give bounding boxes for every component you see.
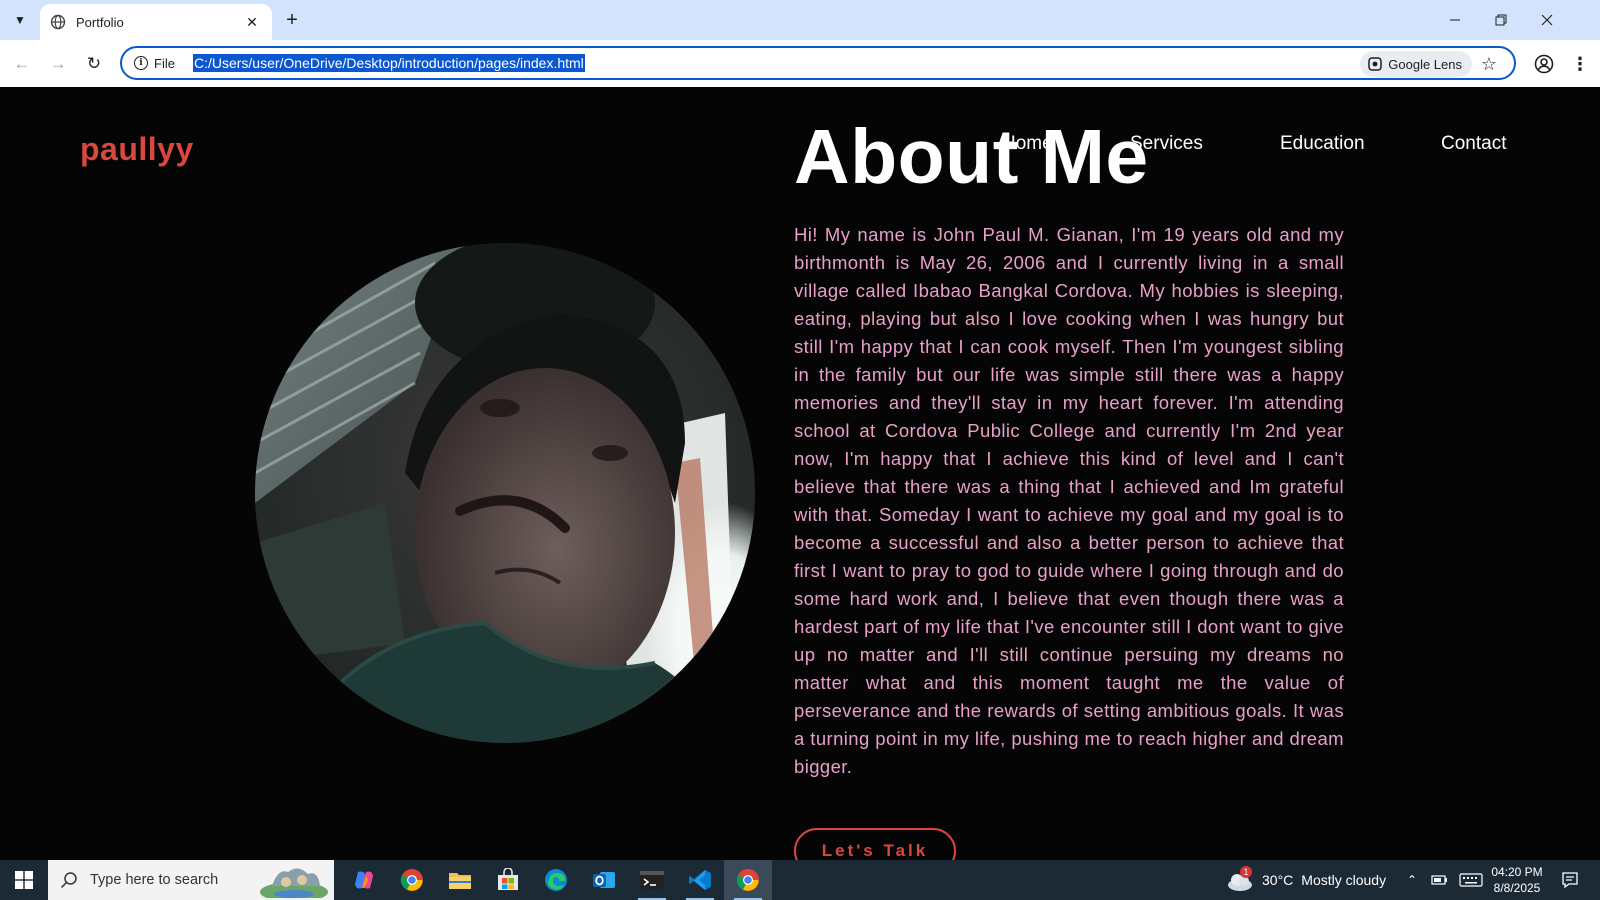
taskbar-microsoft-store[interactable] [484, 860, 532, 900]
chrome-icon [400, 869, 423, 891]
system-tray: ⌃ [1400, 860, 1490, 900]
cloud-icon: 1 [1226, 866, 1254, 892]
taskbar-vscode[interactable] [676, 860, 724, 900]
taskbar-terminal[interactable] [628, 860, 676, 900]
outlook-icon [593, 872, 615, 888]
minimize-icon [1450, 19, 1460, 21]
site-info-label: File [154, 55, 175, 71]
taskbar-edge[interactable] [532, 860, 580, 900]
edge-icon [545, 869, 567, 891]
bookmark-button[interactable]: ☆ [1476, 51, 1502, 77]
google-lens-button[interactable]: Google Lens [1360, 51, 1472, 77]
start-button[interactable] [0, 860, 48, 900]
lets-talk-button[interactable]: Let's Talk [794, 828, 956, 860]
url-text[interactable]: C:/Users/user/OneDrive/Desktop/introduct… [192, 54, 585, 72]
nav-link-home[interactable]: Home [1002, 133, 1053, 155]
taskbar-chrome[interactable] [388, 860, 436, 900]
arrow-right-icon: → [49, 54, 67, 73]
clock-date: 8/8/2025 [1493, 881, 1541, 895]
nav-link-education[interactable]: Education [1280, 133, 1365, 155]
search-placeholder: Type here to search [90, 872, 219, 888]
close-window-button[interactable] [1524, 0, 1570, 40]
close-tab-icon[interactable]: ✕ [242, 12, 262, 32]
lens-label: Google Lens [1388, 56, 1462, 72]
browser-menu-button[interactable]: ⋮ [1564, 48, 1596, 80]
profile-photo [255, 243, 755, 743]
close-icon [1541, 14, 1553, 26]
search-icon [60, 871, 78, 889]
about-heading: About Me [794, 114, 1149, 200]
weather-temperature: 30°C [1262, 872, 1294, 888]
nav-link-contact[interactable]: Contact [1441, 133, 1506, 155]
info-icon: i [134, 56, 148, 70]
tab-title: Portfolio [76, 14, 124, 30]
chrome-icon [736, 869, 759, 891]
taskbar-chrome-active[interactable] [724, 860, 772, 900]
weather-alert-badge: 1 [1240, 866, 1252, 878]
about-paragraph: Hi! My name is John Paul M. Gianan, I'm … [794, 224, 1344, 777]
minimize-button[interactable] [1432, 0, 1478, 40]
profile-icon [1534, 54, 1554, 74]
address-bar[interactable]: i File C:/Users/user/OneDrive/Desktop/in… [120, 46, 1516, 80]
search-highlight-illustration [260, 868, 328, 898]
taskbar-outlook[interactable] [580, 860, 628, 900]
weather-widget[interactable]: 1 30°C Mostly cloudy [1226, 860, 1386, 900]
windows-taskbar: Type here to search 1 30°C Mostly cloudy… [0, 860, 1600, 900]
star-icon: ☆ [1480, 53, 1498, 74]
folder-icon [449, 873, 471, 889]
arrow-left-icon: ← [13, 54, 31, 73]
windows-logo-icon [15, 871, 33, 889]
chevron-down-icon: ▼ [14, 13, 26, 27]
taskbar-clock[interactable]: 04:20 PM 8/8/2025 [1482, 864, 1552, 896]
notification-center-button[interactable] [1550, 860, 1590, 900]
site-logo[interactable]: paullyy [80, 131, 194, 168]
copilot-icon [355, 871, 373, 889]
browser-toolbar: ← → ↻ i File C:/Users/user/OneDrive/Desk… [0, 40, 1600, 87]
taskbar-search-box[interactable]: Type here to search [48, 860, 334, 900]
browser-tab-strip: ▼ Portfolio ✕ + [0, 0, 1600, 40]
vscode-icon [689, 870, 711, 890]
reload-button[interactable]: ↻ [78, 48, 110, 80]
restore-button[interactable] [1478, 0, 1524, 40]
store-icon [498, 868, 518, 890]
web-page: paullyy About Me Home Services Education… [0, 87, 1600, 860]
chevron-up-icon[interactable]: ⌃ [1400, 860, 1424, 900]
taskbar-copilot[interactable] [340, 860, 388, 900]
notification-icon [1562, 872, 1578, 889]
terminal-icon [640, 871, 664, 889]
site-info-button[interactable]: i File [130, 51, 179, 75]
profile-button[interactable] [1528, 48, 1560, 80]
reload-icon: ↻ [86, 54, 102, 73]
weather-description: Mostly cloudy [1301, 872, 1387, 888]
browser-tab[interactable]: Portfolio ✕ [40, 4, 272, 40]
globe-icon [50, 14, 66, 30]
battery-icon[interactable] [1428, 860, 1452, 900]
nav-link-services[interactable]: Services [1130, 133, 1203, 155]
taskbar-file-explorer[interactable] [436, 860, 484, 900]
back-button[interactable]: ← [6, 48, 38, 80]
kebab-menu-icon: ⋮ [1571, 53, 1589, 74]
clock-time: 04:20 PM [1491, 865, 1543, 879]
new-tab-button[interactable]: + [280, 8, 304, 32]
lens-icon [1368, 57, 1383, 71]
tab-search-button[interactable]: ▼ [6, 7, 34, 33]
forward-button[interactable]: → [42, 48, 74, 80]
restore-icon [1495, 14, 1507, 26]
